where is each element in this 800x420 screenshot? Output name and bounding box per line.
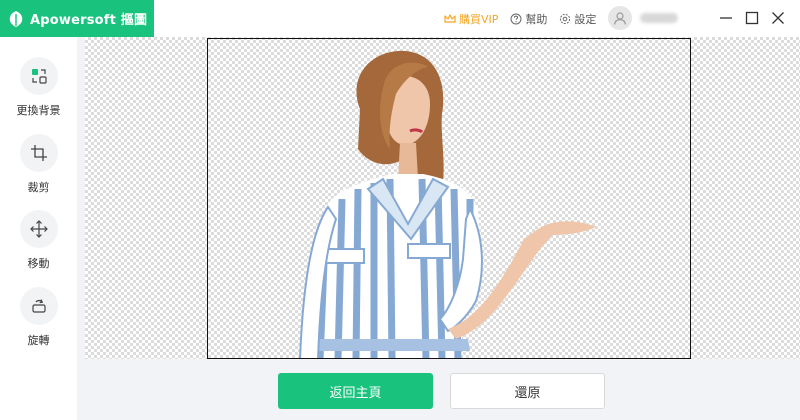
crown-icon (444, 13, 456, 23)
minimize-icon (720, 17, 732, 19)
help-label: 幫助 (525, 12, 548, 26)
image-frame[interactable] (207, 38, 691, 359)
avatar[interactable] (608, 6, 632, 30)
tool-button-bg[interactable] (19, 57, 58, 95)
crop-icon (30, 145, 47, 161)
maximize-button[interactable] (742, 8, 762, 28)
minimize-button[interactable] (716, 8, 736, 28)
app-title: Apowersoft 摳圖 (30, 13, 148, 28)
user-account[interactable] (608, 6, 678, 30)
sidebar-item-label: 旋轉 (27, 334, 50, 347)
app-brand: Apowersoft 摳圖 (0, 0, 154, 37)
gear-icon (560, 13, 571, 24)
tool-button-move[interactable] (19, 210, 58, 248)
question-icon (510, 13, 522, 24)
buy-vip-link[interactable]: 購買VIP (444, 11, 498, 27)
tool-button-rotate[interactable] (19, 287, 58, 325)
rotate-icon (31, 299, 46, 313)
sidebar-item-label: 裁剪 (27, 181, 50, 194)
tool-button-crop[interactable] (19, 134, 58, 172)
sidebar-item-rotate[interactable]: 旋轉 (0, 287, 77, 348)
sidebar-item-change-background[interactable]: 更換背景 (0, 57, 77, 118)
transparency-canvas (85, 37, 800, 359)
sidebar-item-label: 更換背景 (16, 104, 61, 117)
move-icon (29, 220, 48, 238)
sidebar-item-crop[interactable]: 裁剪 (0, 134, 77, 195)
editor-workspace: 返回主頁 還原 (77, 37, 800, 420)
title-bar: Apowersoft 摳圖 購買VIP 幫助 設定 (0, 0, 800, 37)
restore-button[interactable]: 還原 (450, 373, 605, 409)
maximize-icon (745, 11, 759, 25)
top-menu: 購買VIP 幫助 設定 (444, 0, 608, 37)
swap-background-icon (31, 69, 47, 84)
back-to-home-button[interactable]: 返回主頁 (278, 373, 433, 409)
window-controls (716, 8, 788, 28)
user-icon (613, 12, 627, 25)
username-blurred (640, 13, 678, 23)
help-link[interactable]: 幫助 (510, 11, 547, 27)
sidebar-item-move[interactable]: 移動 (0, 210, 77, 271)
close-button[interactable] (768, 8, 788, 28)
leaf-logo-icon (9, 10, 23, 27)
settings-link[interactable]: 設定 (559, 11, 596, 27)
close-icon (772, 12, 784, 24)
sidebar-item-label: 移動 (27, 257, 50, 270)
settings-label: 設定 (574, 12, 597, 26)
cutout-woman-photo (299, 50, 596, 358)
tool-sidebar: 更換背景 裁剪 移動 旋轉 (0, 37, 77, 420)
buy-vip-label: 購買VIP (459, 12, 499, 26)
